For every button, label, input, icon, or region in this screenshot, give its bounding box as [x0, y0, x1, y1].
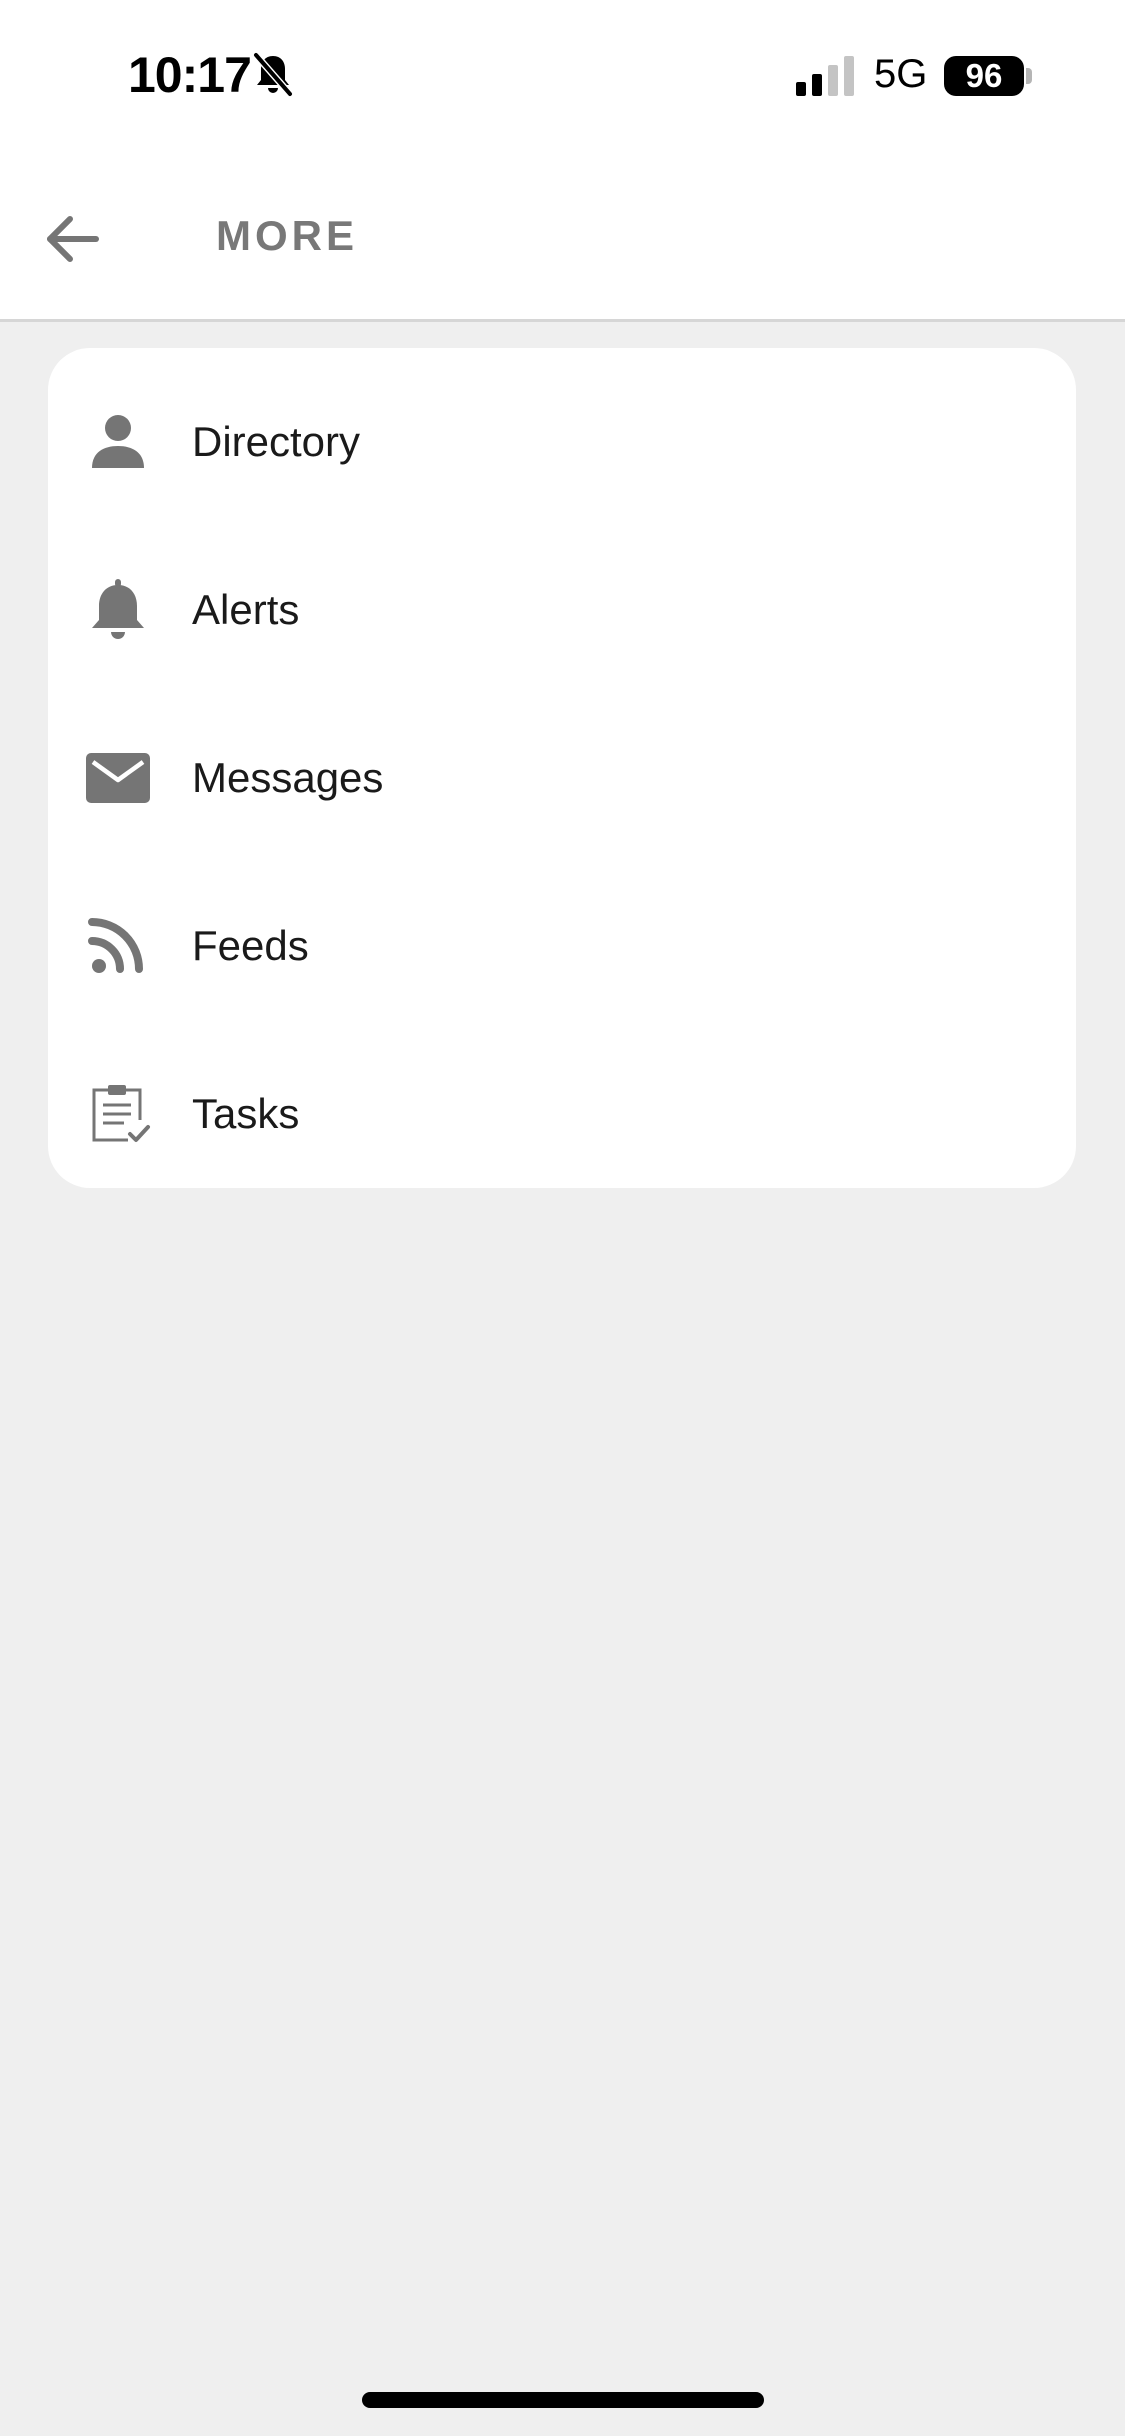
battery-tip: [1026, 68, 1032, 84]
menu-item-alerts[interactable]: Alerts: [48, 526, 1076, 694]
clipboard-check-icon: [92, 1085, 150, 1142]
menu-item-messages[interactable]: Messages: [48, 694, 1076, 862]
menu-item-label: Tasks: [192, 1090, 300, 1137]
person-icon: [92, 415, 144, 468]
menu-item-label: Alerts: [192, 586, 300, 633]
page-title: MORE: [216, 212, 358, 259]
status-time: 10:17: [128, 47, 252, 103]
menu-item-directory[interactable]: Directory: [48, 358, 1076, 526]
top-area: 10:17 5G 96 MORE: [0, 0, 1125, 322]
rss-icon: [88, 918, 143, 973]
bell-icon: [92, 579, 144, 639]
cellular-signal-icon: [796, 56, 854, 96]
menu-item-label: Feeds: [192, 922, 309, 969]
menu-item-tasks[interactable]: Tasks: [48, 1030, 1076, 1188]
home-indicator[interactable]: [362, 2392, 764, 2408]
envelope-icon: [86, 753, 150, 803]
battery-level: 96: [944, 56, 1024, 96]
menu-card: Directory Alerts Messages Feeds Tasks: [48, 348, 1076, 1188]
back-button[interactable]: [42, 208, 104, 270]
menu-item-label: Directory: [192, 418, 361, 465]
menu-item-feeds[interactable]: Feeds: [48, 862, 1076, 1030]
menu-item-label: Messages: [192, 754, 384, 801]
bell-slash-icon: [253, 52, 293, 97]
arrow-left-icon: [47, 216, 99, 262]
network-type: 5G: [874, 52, 928, 96]
